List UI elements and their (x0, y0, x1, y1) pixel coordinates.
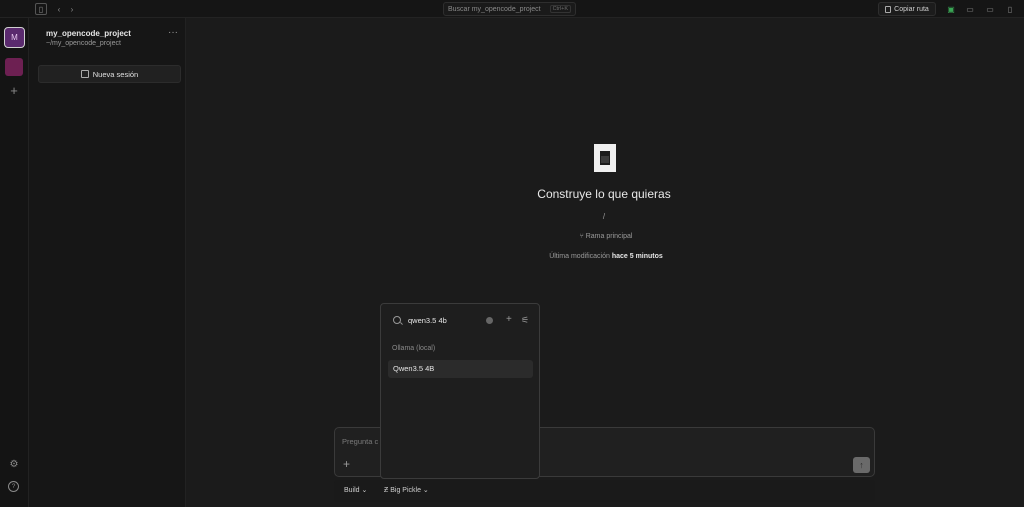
forward-arrow-icon[interactable]: › (66, 3, 78, 15)
filter-settings-icon[interactable]: ⚟ (521, 315, 529, 326)
project-initial: M (11, 33, 18, 42)
branch-info: ⑂ Rama principal (546, 233, 666, 240)
prompt-placeholder: Pregunta c (342, 437, 379, 446)
chevron-down-icon: ⌄ (422, 487, 429, 494)
attach-plus-icon[interactable]: + (343, 457, 350, 471)
copy-icon (885, 5, 892, 13)
project-name: my_opencode_project (46, 29, 131, 38)
back-arrow-icon[interactable]: ‹ (53, 3, 65, 15)
chevron-down-icon: ⌄ (361, 487, 368, 494)
new-session-label: Nueva sesión (92, 69, 139, 79)
modified-value: hace 5 minutos (611, 253, 663, 260)
logo-inner-block (601, 156, 609, 163)
add-model-icon[interactable]: + (506, 314, 512, 325)
branch-label: Rama principal (585, 233, 633, 240)
page-title: Construye lo que quieras (537, 187, 671, 201)
review-icon[interactable]: ▣ (945, 3, 957, 15)
terminal-icon[interactable]: ▭ (964, 3, 976, 15)
right-panel-icon[interactable]: ▯ (1004, 3, 1016, 15)
sidebar-toggle-icon[interactable]: ▯ (35, 3, 47, 15)
app-logo-icon (594, 144, 616, 172)
copy-path-button[interactable]: Copiar ruta (878, 2, 936, 16)
settings-gear-icon[interactable]: ⚙ (8, 459, 20, 471)
panel-icon[interactable]: ▭ (984, 3, 996, 15)
project-rail: M + ⚙ ? (0, 18, 29, 507)
title-bar: ▯ ‹ › Buscar my_opencode_project Ctrl+K … (0, 0, 1024, 18)
global-search-placeholder: Buscar my_opencode_project (448, 5, 541, 13)
session-sidebar: my_opencode_project ~/my_opencode_projec… (29, 18, 186, 507)
send-button[interactable]: ↑ (853, 457, 870, 473)
main-area: Construye lo que quieras / ⑂ Rama princi… (186, 18, 1024, 507)
active-project-avatar[interactable]: M (4, 27, 25, 48)
project-path: ~/my_opencode_project (46, 40, 121, 47)
model-selector[interactable]: Ƶ Big Pickle ⌄ (384, 486, 429, 494)
mode-label: Build (344, 487, 360, 494)
project-more-icon[interactable]: ··· (168, 27, 178, 38)
model-picker-popup: + ⚟ Ollama (local) Qwen3.5 4B (380, 303, 540, 479)
model-search-input[interactable] (408, 316, 486, 325)
search-shortcut-badge: Ctrl+K (549, 5, 571, 13)
modified-prefix: Última modificación (549, 253, 610, 260)
new-session-icon (80, 70, 89, 78)
add-project-icon[interactable]: + (7, 84, 21, 98)
search-icon (393, 316, 401, 324)
mode-selector[interactable]: Build ⌄ (344, 486, 367, 494)
last-modified: Última modificación hace 5 minutos (516, 253, 696, 260)
new-session-button[interactable]: Nueva sesión (38, 65, 181, 83)
model-label: Big Pickle (390, 487, 421, 494)
path-marker: / (602, 212, 606, 221)
provider-group-label: Ollama (local) (392, 345, 436, 352)
composer-toolbar: Build ⌄ Ƶ Big Pickle ⌄ (334, 480, 875, 502)
model-option[interactable]: Qwen3.5 4B (388, 360, 533, 378)
secondary-project-avatar[interactable] (5, 58, 23, 76)
clear-search-icon[interactable] (486, 317, 493, 324)
help-icon[interactable]: ? (8, 481, 19, 492)
global-search-input[interactable]: Buscar my_opencode_project Ctrl+K (443, 2, 576, 16)
copy-path-label: Copiar ruta (894, 5, 929, 13)
